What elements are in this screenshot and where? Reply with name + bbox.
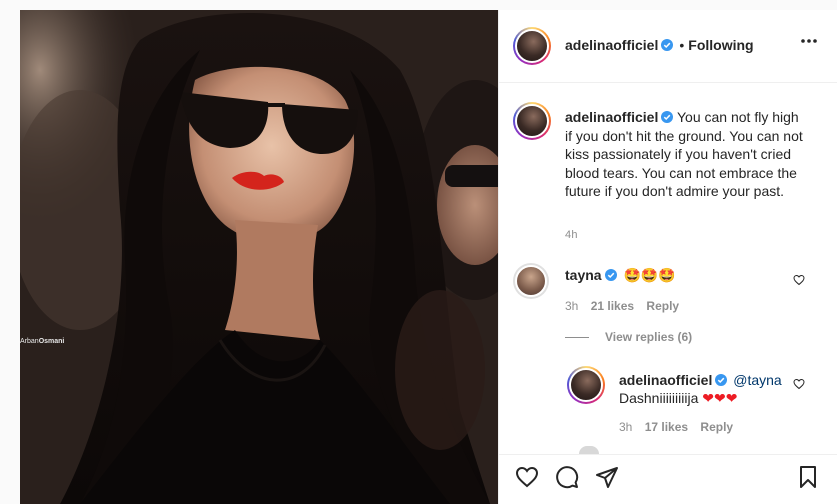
reply-avatar[interactable] — [567, 366, 605, 404]
comment-time[interactable]: 3h — [565, 299, 578, 313]
caption-username[interactable]: adelinaofficiel — [565, 109, 658, 125]
verified-badge-icon — [604, 269, 617, 281]
reply-username[interactable]: adelinaofficiel — [619, 372, 712, 388]
view-replies-line — [565, 337, 589, 339]
bookmark-icon[interactable] — [796, 465, 820, 489]
comment-text: 🤩🤩🤩 — [623, 267, 676, 283]
author-avatar[interactable] — [513, 27, 551, 65]
author-username[interactable]: adelinaofficiel — [565, 37, 658, 53]
verified-badge-icon — [661, 111, 674, 123]
view-replies-button[interactable]: View replies (6) — [565, 330, 692, 344]
commenter-avatar[interactable] — [513, 263, 549, 299]
comment-meta: 3h 21 likes Reply — [565, 299, 688, 313]
instagram-post-view: ArbanOsmani adelinaofficiel • Following ad… — [0, 0, 837, 504]
header-separator: • — [679, 37, 685, 53]
reply-mention[interactable]: @tayna — [733, 372, 781, 388]
reply-meta: 3h 17 likes Reply — [619, 420, 742, 434]
post-side-panel: adelinaofficiel • Following adelinaofficie… — [498, 10, 837, 504]
comment-like-heart-icon[interactable] — [793, 274, 805, 286]
post-photo[interactable]: ArbanOsmani — [20, 10, 498, 504]
watermark-first: Arban — [20, 338, 39, 345]
view-replies-label: View replies (6) — [605, 330, 693, 344]
reply-likes[interactable]: 17 likes — [645, 420, 688, 434]
comment-icon[interactable] — [555, 465, 579, 489]
reply-time[interactable]: 3h — [619, 420, 632, 434]
caption-avatar[interactable] — [513, 102, 551, 140]
reply-item: adelinaofficiel @tayna Dashniiiiiiiiija … — [619, 371, 789, 407]
watermark-second: Osmani — [38, 338, 65, 345]
portrait-image — [20, 10, 498, 504]
next-comment-avatar-peek — [579, 446, 599, 454]
commenter-username[interactable]: tayna — [565, 267, 602, 283]
verified-badge-icon — [661, 39, 674, 51]
post-action-bar — [499, 454, 837, 504]
reply-reply-button[interactable]: Reply — [700, 420, 733, 434]
reply-like-heart-icon[interactable] — [793, 378, 805, 390]
caption: adelinaofficiel You can not fly high if … — [565, 108, 805, 201]
comment-reply-button[interactable]: Reply — [646, 299, 679, 313]
comment-item: tayna 🤩🤩🤩 — [565, 266, 676, 284]
photo-watermark: ArbanOsmani — [20, 338, 64, 345]
verified-badge-icon — [715, 374, 728, 386]
author-line: adelinaofficiel • Following — [565, 37, 754, 55]
share-icon[interactable] — [595, 465, 619, 489]
reply-hearts: ❤❤❤ — [702, 390, 738, 406]
comment-likes[interactable]: 21 likes — [591, 299, 634, 313]
following-button[interactable]: Following — [688, 37, 753, 53]
caption-time[interactable]: 4h — [565, 229, 578, 241]
more-options-icon[interactable] — [800, 38, 818, 44]
reply-text: Dashniiiiiiiiija ❤❤❤ — [619, 390, 738, 406]
post-header: adelinaofficiel • Following — [499, 10, 837, 83]
heart-icon[interactable] — [515, 465, 539, 489]
